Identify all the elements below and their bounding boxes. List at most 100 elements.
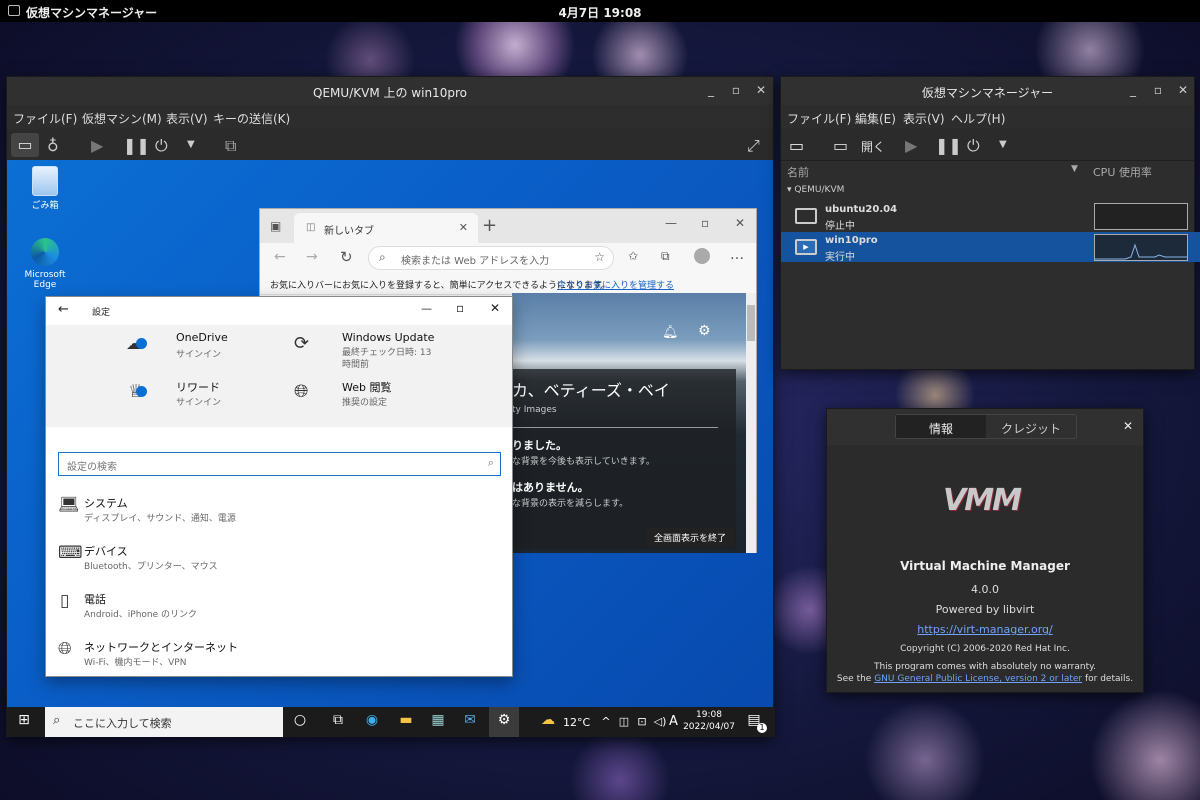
about-close-button[interactable]: ✕ bbox=[1123, 419, 1133, 433]
menu-file[interactable]: ファイル(F) bbox=[787, 110, 851, 127]
menu-send-key[interactable]: キーの送信(K) bbox=[213, 110, 290, 127]
collections-icon[interactable]: ⧉ bbox=[661, 249, 670, 264]
close-button[interactable]: ✕ bbox=[754, 83, 768, 97]
vm-row-ubuntu[interactable]: ubuntu20.04 停止中 bbox=[781, 201, 1200, 232]
feedback-no[interactable]: はありません。 bbox=[512, 479, 589, 495]
rewards-tile[interactable]: ♕ リワード サインイン bbox=[126, 379, 276, 423]
menu-vm[interactable]: 仮想マシン(M) bbox=[82, 110, 162, 127]
onedrive-tile[interactable]: ☁ OneDrive サインイン bbox=[126, 331, 276, 375]
settings-titlebar[interactable]: ← 設定 — ▫ ✕ bbox=[46, 297, 512, 325]
clock[interactable]: 4月7日 19:08 bbox=[0, 4, 1200, 21]
tab-credits[interactable]: クレジット bbox=[986, 415, 1076, 438]
group-row[interactable]: ▾ QEMU/KVM bbox=[787, 185, 844, 195]
settings-taskbar-icon[interactable]: ⚙ bbox=[489, 707, 519, 737]
tab-favicon-icon: ◫ bbox=[306, 222, 316, 233]
column-cpu[interactable]: CPU 使用率 bbox=[1093, 164, 1152, 180]
more-menu-icon[interactable]: … bbox=[730, 247, 744, 263]
scroll-thumb[interactable] bbox=[747, 305, 755, 341]
edge-close-button[interactable]: ✕ bbox=[735, 216, 745, 230]
feedback-yes[interactable]: りました。 bbox=[512, 437, 567, 453]
refresh-icon[interactable]: ↻ bbox=[340, 248, 353, 266]
edge-minimize-button[interactable]: — bbox=[665, 216, 677, 230]
back-arrow-icon[interactable]: ← bbox=[58, 302, 69, 317]
vm-row-win10pro[interactable]: ▶ win10pro 実行中 bbox=[781, 232, 1200, 263]
mail-icon[interactable]: ✉ bbox=[459, 712, 481, 728]
maximize-button[interactable]: ▫ bbox=[729, 83, 743, 97]
power-icon[interactable]: ⏻ bbox=[155, 136, 168, 156]
column-name[interactable]: 名前 bbox=[787, 164, 809, 180]
windows-update-tile[interactable]: ⟳ Windows Update 最終チェック日時: 13 時間前 bbox=[294, 331, 454, 375]
play-icon[interactable]: ▶ bbox=[905, 136, 917, 155]
edge-taskbar-icon[interactable]: ◉ bbox=[361, 712, 383, 728]
open-button[interactable]: 開く bbox=[861, 138, 885, 155]
desktop-icon-edge[interactable]: Microsoft Edge bbox=[13, 238, 77, 290]
back-icon[interactable]: ← bbox=[274, 249, 286, 265]
edge-scrollbar[interactable] bbox=[746, 293, 756, 553]
web-browsing-tile[interactable]: 🌐︎ Web 閲覧 推奨の設定 bbox=[294, 379, 444, 423]
start-windows-icon[interactable]: ⊞ bbox=[13, 712, 35, 728]
console-titlebar[interactable]: QEMU/KVM 上の win10pro _ ▫ ✕ bbox=[7, 77, 773, 105]
monitor-icon[interactable]: ▭ bbox=[11, 133, 39, 157]
weather-icon[interactable]: ☁ bbox=[537, 712, 559, 728]
settings-maximize-button[interactable]: ▫ bbox=[456, 301, 464, 315]
open-monitor-icon[interactable]: ▭ bbox=[833, 136, 848, 155]
menu-view[interactable]: 表示(V) bbox=[166, 110, 208, 127]
bulb-icon[interactable]: ♁ bbox=[47, 136, 59, 155]
tab-close-icon[interactable]: ✕ bbox=[459, 221, 468, 234]
chevron-down-icon[interactable]: ▼ bbox=[999, 139, 1007, 150]
taskbar-search[interactable]: ⌕ ここに入力して検索 bbox=[45, 707, 283, 737]
settings-minimize-button[interactable]: — bbox=[421, 302, 432, 315]
weather-temp[interactable]: 12°C bbox=[563, 716, 590, 729]
store-icon[interactable]: ▦ bbox=[427, 712, 449, 728]
close-button[interactable]: ✕ bbox=[1176, 83, 1190, 97]
edge-maximize-button[interactable]: ▫ bbox=[701, 216, 709, 230]
volume-icon[interactable]: ◁) bbox=[649, 715, 671, 728]
settings-close-button[interactable]: ✕ bbox=[490, 301, 500, 315]
task-view-icon[interactable]: ⧉ bbox=[327, 712, 349, 728]
settings-item-phone[interactable]: ▯ 電話 Android、iPhone のリンク bbox=[56, 589, 356, 625]
minimize-button[interactable]: _ bbox=[1126, 83, 1140, 97]
new-tab-button[interactable]: + bbox=[482, 215, 497, 236]
favorites-icon[interactable]: ✩ bbox=[628, 249, 638, 263]
maximize-button[interactable]: ▫ bbox=[1151, 83, 1165, 97]
gear-icon[interactable]: ⚙ bbox=[698, 323, 711, 339]
address-bar[interactable]: ⌕ 検索または Web アドレスを入力 ☆ bbox=[368, 246, 614, 270]
settings-search-input[interactable]: 設定の検索 ⌕ bbox=[58, 452, 501, 476]
chevron-down-icon[interactable]: ▼ bbox=[187, 139, 195, 150]
pause-icon[interactable]: ❚❚ bbox=[123, 136, 150, 155]
profile-avatar[interactable] bbox=[694, 248, 710, 264]
forward-icon[interactable]: → bbox=[306, 249, 318, 265]
screenshot-icon[interactable]: ⧉ bbox=[225, 136, 236, 156]
vm-manager-window: 仮想マシンマネージャー _ ▫ ✕ ファイル(F) 編集(E) 表示(V) ヘル… bbox=[780, 76, 1200, 370]
new-vm-icon[interactable]: ▭ bbox=[789, 136, 804, 155]
sort-chevron-icon[interactable]: ▼ bbox=[1071, 164, 1078, 174]
favorite-star-icon[interactable]: ☆ bbox=[594, 250, 605, 264]
settings-item-network[interactable]: 🌐︎ ネットワークとインターネット Wi-Fi、機内モード、VPN bbox=[56, 637, 356, 673]
tab-new[interactable]: ◫ 新しいタブ ✕ bbox=[294, 213, 478, 243]
cortana-icon[interactable]: ○ bbox=[289, 712, 311, 728]
menu-edit[interactable]: 編集(E) bbox=[855, 110, 896, 127]
minimize-button[interactable]: _ bbox=[704, 83, 718, 97]
favorites-manage-link[interactable]: 今すぐお気に入りを管理する bbox=[557, 278, 674, 291]
fullscreen-icon[interactable]: ⤢ bbox=[747, 136, 760, 156]
play-icon[interactable]: ▶ bbox=[91, 136, 103, 155]
notification-icon[interactable]: 🔔︎ bbox=[662, 325, 679, 340]
desktop-icon-recycle[interactable]: ごみ箱 bbox=[13, 166, 77, 211]
settings-item-devices[interactable]: ⌨ デバイス Bluetooth、プリンター、マウス bbox=[56, 541, 356, 577]
settings-item-system[interactable]: 💻︎ システム ディスプレイ、サウンド、通知、電源 bbox=[56, 493, 356, 529]
pause-icon[interactable]: ❚❚ bbox=[935, 136, 962, 155]
tab-info[interactable]: 情報 bbox=[896, 415, 986, 438]
about-url-link[interactable]: https://virt-manager.org/ bbox=[917, 623, 1052, 636]
manager-titlebar[interactable]: 仮想マシンマネージャー _ ▫ ✕ bbox=[781, 77, 1194, 105]
exit-fullscreen-button[interactable]: 全画面表示を終了 bbox=[646, 528, 735, 546]
menu-help[interactable]: ヘルプ(H) bbox=[951, 110, 1005, 127]
guest-desktop[interactable]: ごみ箱 Microsoft Edge ▣ ◫ 新しいタブ ✕ + — ▫ ✕ ←… bbox=[7, 160, 775, 737]
tab-actions-icon[interactable]: ▣ bbox=[270, 219, 281, 233]
taskbar-clock[interactable]: 19:08 2022/04/07 bbox=[679, 709, 739, 733]
explorer-icon[interactable]: ▬ bbox=[395, 712, 417, 728]
ime-indicator[interactable]: A bbox=[669, 714, 678, 729]
license-link[interactable]: GNU General Public License, version 2 or… bbox=[874, 674, 1082, 684]
menu-view[interactable]: 表示(V) bbox=[903, 110, 945, 127]
menu-file[interactable]: ファイル(F) bbox=[13, 110, 77, 127]
power-icon[interactable]: ⏻ bbox=[967, 136, 980, 156]
